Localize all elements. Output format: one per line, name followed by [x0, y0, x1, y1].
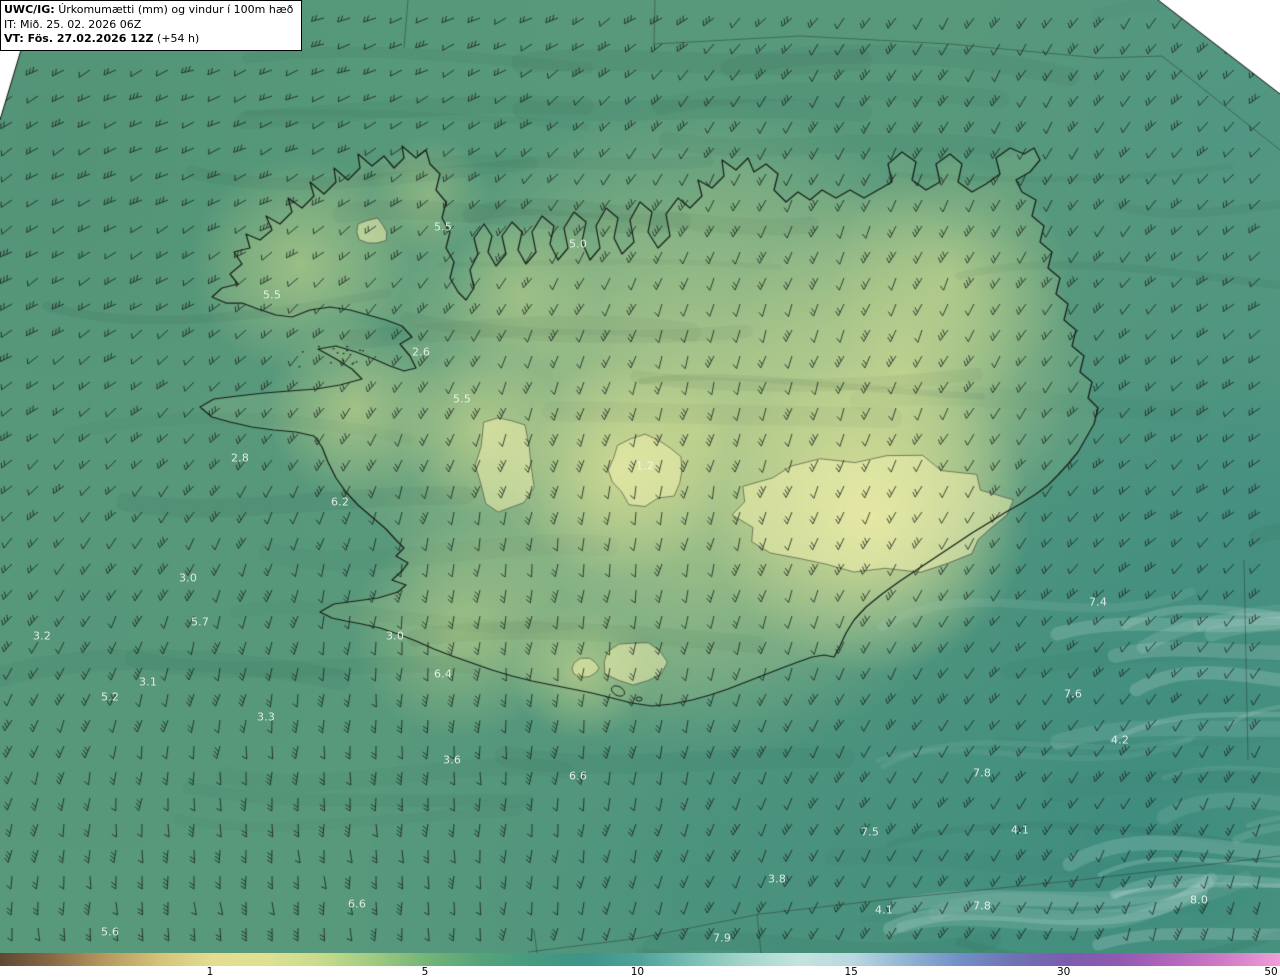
valid-time-line: VT: Fös. 27.02.2026 12Z (+54 h) [4, 32, 293, 47]
precipitation-wind-map-canvas [0, 0, 1280, 953]
weather-map-viewport: 5.5 5.0 5.5 2.6 5.5 2.8 1.2 6.2 3.0 7.4 5.7 3.2 3.0 6… [0, 0, 1280, 978]
colorbar-tick-label: 30 [1056, 966, 1071, 978]
model-name-label: UWC/IG: [4, 3, 55, 16]
colorbar-tick-label: 1 [206, 966, 214, 978]
init-time-text: Mið. 25. 02. 2026 06Z [19, 17, 142, 31]
init-time-line: IT: Mið. 25. 02. 2026 06Z [4, 18, 293, 33]
valid-time-label: VT: Fös. 27.02.2026 12Z [4, 32, 154, 45]
forecast-info-box: UWC/IG: Úrkomumætti (mm) og vindur í 100… [0, 0, 303, 51]
precipitation-colorbar: 1 5 10 15 30 50 [0, 953, 1280, 978]
model-title-line: UWC/IG: Úrkomumætti (mm) og vindur í 100… [4, 3, 293, 18]
model-title-text: Úrkomumætti (mm) og vindur í 100m hæð [58, 3, 294, 16]
colorbar-tick-label: 15 [844, 966, 858, 978]
colorbar-tick-label: 5 [421, 966, 429, 978]
colorbar-tick-labels: 1 5 10 15 30 50 [0, 966, 1280, 978]
init-time-label: IT: [4, 17, 17, 31]
colorbar-tick-label: 50 [1264, 966, 1278, 978]
valid-time-text: (+54 h) [157, 32, 200, 45]
colorbar-gradient [0, 953, 1280, 966]
colorbar-tick-label: 10 [630, 966, 645, 978]
